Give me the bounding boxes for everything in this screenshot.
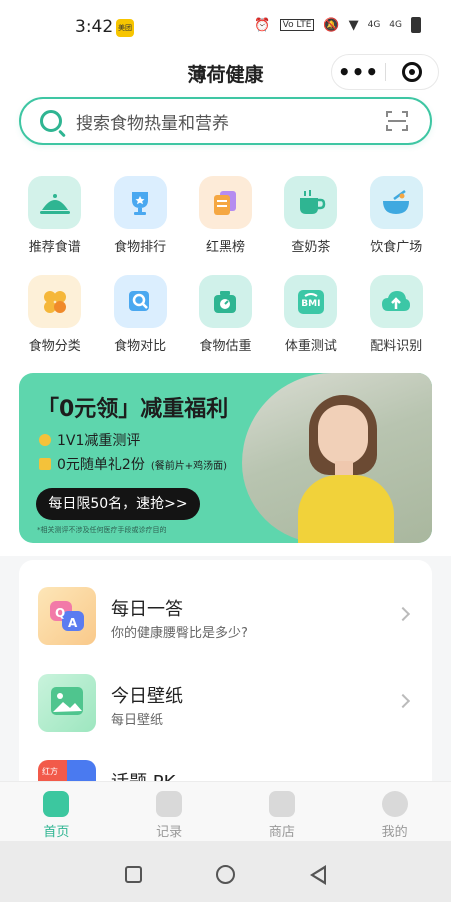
bmi-icon: BMI bbox=[284, 275, 338, 328]
shopping-bag-icon bbox=[268, 791, 295, 817]
signal-icon: 4G bbox=[367, 20, 381, 30]
miniapp-capsule: ••• bbox=[331, 54, 439, 90]
tab-label: 首页 bbox=[43, 825, 70, 840]
grid-item-food-compare[interactable]: 食物对比 bbox=[97, 275, 182, 354]
back-button[interactable] bbox=[310, 865, 326, 885]
grid-label: 推荐食谱 bbox=[28, 240, 81, 255]
grid-item-ranking[interactable]: 食物排行 bbox=[97, 176, 182, 255]
alarm-icon: ⏰ bbox=[254, 17, 271, 33]
chevron-right-icon bbox=[395, 606, 411, 622]
search-icon bbox=[40, 110, 62, 132]
search-input[interactable]: 搜索食物热量和营养 bbox=[76, 109, 386, 134]
grid-label: 食物分类 bbox=[28, 339, 81, 354]
grid-label: 食物排行 bbox=[114, 240, 167, 255]
pk-tag: 红方 bbox=[42, 767, 58, 776]
banner-line-1: 1V1减重测评 bbox=[39, 430, 140, 450]
grid-label: 饮食广场 bbox=[370, 240, 423, 255]
grid-item-red-black-list[interactable]: 红黑榜 bbox=[183, 176, 268, 255]
grid-label: 配料识别 bbox=[370, 339, 423, 354]
cloche-icon bbox=[28, 176, 82, 229]
home-button[interactable] bbox=[216, 865, 235, 884]
qa-icon: QA bbox=[38, 587, 96, 645]
trophy-icon bbox=[113, 176, 167, 229]
recents-button[interactable] bbox=[125, 866, 142, 883]
profile-icon bbox=[381, 791, 408, 817]
meituan-app-icon: 美团 bbox=[116, 19, 134, 37]
list-item-title: 话题 PK bbox=[111, 768, 175, 781]
list-item-wallpaper[interactable]: 今日壁纸 每日壁纸 bbox=[19, 674, 432, 734]
list-icon bbox=[198, 176, 252, 229]
banner-line-1-text: 1V1减重测评 bbox=[57, 433, 141, 449]
tab-records[interactable]: 记录 bbox=[113, 782, 226, 841]
category-icon bbox=[28, 275, 82, 328]
grid-item-food-weight[interactable]: 食物估重 bbox=[183, 275, 268, 354]
grid-label: 食物估重 bbox=[199, 339, 252, 354]
signal-icon-2: 4G bbox=[389, 20, 402, 30]
list-item-daily-question[interactable]: QA 每日一答 你的健康腰臀比是多少? bbox=[19, 587, 432, 647]
scale-icon bbox=[198, 275, 252, 328]
grid-label: 体重测试 bbox=[284, 339, 337, 354]
banner-line-2-text: 0元随单礼2份 bbox=[57, 457, 145, 473]
tab-label: 我的 bbox=[381, 825, 408, 840]
grid-label: 红黑榜 bbox=[205, 240, 245, 255]
check-icon bbox=[39, 434, 51, 446]
tab-profile[interactable]: 我的 bbox=[338, 782, 451, 841]
calendar-icon bbox=[156, 791, 183, 817]
grid-item-food-category[interactable]: 食物分类 bbox=[12, 275, 97, 354]
status-time: 3:42 bbox=[75, 17, 114, 37]
bmi-label: BMI bbox=[301, 299, 321, 309]
mute-icon: 🔕 bbox=[323, 17, 340, 33]
status-icons: ⏰ Vo LTE 🔕 ▼ 4G 4G bbox=[254, 17, 421, 33]
grid-item-weight-test[interactable]: BMI 体重测试 bbox=[268, 275, 353, 354]
banner-line-2: 0元随单礼2份 (餐前片+鸡汤面) bbox=[39, 454, 227, 474]
bottom-tab-bar: 首页 记录 商店 我的 bbox=[0, 781, 451, 841]
grid-item-diet-square[interactable]: 饮食广场 bbox=[354, 176, 439, 255]
list-item-subtitle: 你的健康腰臀比是多少? bbox=[111, 626, 248, 641]
svg-text:A: A bbox=[68, 616, 78, 630]
banner-disclaimer: *相关测评不涉及任何医疗手段或诊疗目的 bbox=[37, 526, 167, 534]
list-item-topic-pk[interactable]: 红方 话题 PK bbox=[19, 760, 432, 781]
banner-cta-button[interactable]: 每日限50名，速抢>> bbox=[36, 488, 200, 520]
search-bar[interactable]: 搜索食物热量和营养 bbox=[19, 97, 432, 145]
compare-icon bbox=[113, 275, 167, 328]
banner-person-face bbox=[318, 405, 368, 465]
list-item-subtitle: 每日壁纸 bbox=[111, 713, 164, 728]
target-icon bbox=[401, 62, 422, 82]
status-bar: 3:42 美团 ⏰ Vo LTE 🔕 ▼ 4G 4G bbox=[0, 0, 451, 52]
feature-grid: 推荐食谱 食物排行 红黑榜 查奶茶 饮食广场 食物分类 食物对比 食物估重 BM… bbox=[12, 176, 439, 354]
header: 薄荷健康 ••• bbox=[0, 52, 451, 96]
banner-line-2-small: (餐前片+鸡汤面) bbox=[150, 460, 228, 472]
grid-label: 食物对比 bbox=[114, 339, 167, 354]
grid-item-milk-tea[interactable]: 查奶茶 bbox=[268, 176, 353, 255]
battery-icon bbox=[411, 17, 421, 33]
cup-icon bbox=[284, 176, 338, 229]
grid-item-ingredient-scan[interactable]: 配料识别 bbox=[354, 275, 439, 354]
tab-label: 商店 bbox=[268, 825, 295, 840]
system-nav-bar bbox=[0, 841, 451, 902]
bowl-icon bbox=[369, 176, 423, 229]
tab-home[interactable]: 首页 bbox=[0, 782, 113, 841]
wifi-icon: ▼ bbox=[348, 17, 359, 33]
list-item-title: 今日壁纸 bbox=[111, 686, 183, 707]
volte-icon: Vo LTE bbox=[279, 19, 315, 31]
grid-label: 查奶茶 bbox=[291, 240, 331, 255]
chevron-right-icon bbox=[395, 693, 411, 709]
home-icon bbox=[43, 791, 70, 817]
upload-icon bbox=[369, 275, 423, 328]
grid-item-recipes[interactable]: 推荐食谱 bbox=[12, 176, 97, 255]
svg-text:Q: Q bbox=[55, 606, 65, 620]
image-icon bbox=[38, 674, 96, 732]
close-button[interactable] bbox=[386, 62, 438, 82]
tab-store[interactable]: 商店 bbox=[226, 782, 339, 841]
pk-icon: 红方 bbox=[38, 760, 96, 781]
list-item-title: 每日一答 bbox=[111, 599, 183, 620]
banner-title: 「0元领」减重福利 bbox=[37, 397, 229, 422]
gift-icon bbox=[39, 458, 51, 470]
tab-label: 记录 bbox=[156, 825, 183, 840]
promo-banner[interactable]: 「0元领」减重福利 1V1减重测评 0元随单礼2份 (餐前片+鸡汤面) 每日限5… bbox=[19, 373, 432, 543]
more-dots-icon[interactable]: ••• bbox=[332, 60, 385, 84]
scan-icon[interactable] bbox=[386, 111, 408, 131]
banner-person-top bbox=[298, 475, 394, 543]
